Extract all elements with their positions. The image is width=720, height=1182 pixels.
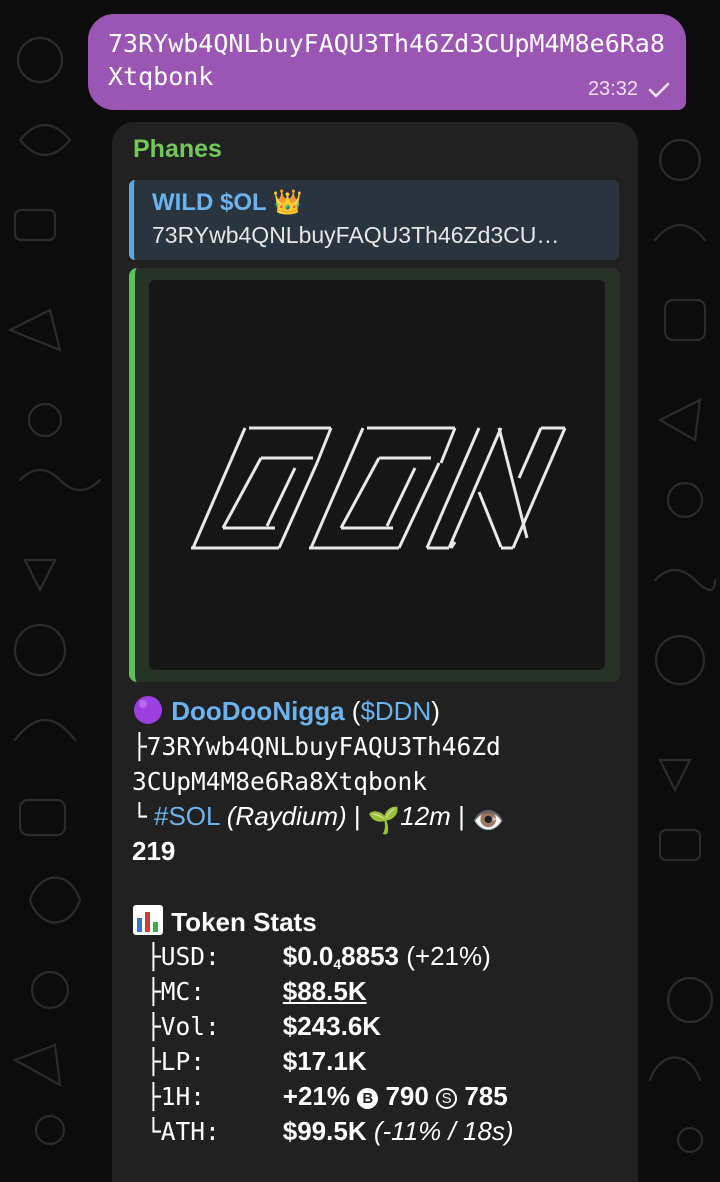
buys-icon: B (357, 1088, 379, 1109)
stat-key: LP: (160, 1047, 206, 1076)
stat-lp: ├LP: $17.1K (132, 1044, 622, 1079)
address-line-2[interactable]: 3CUpM4M8e6Ra8Xtqbonk (132, 764, 622, 799)
eye-icon: 👁️ (472, 805, 505, 835)
ath-change: (-11% / 18s) (373, 1116, 514, 1146)
dex-name: (Raydium) (226, 801, 347, 831)
outgoing-message-bubble[interactable]: 73RYwb4QNLbuyFAQU3Th46Zd3CUpM4M8e6Ra8Xtq… (88, 14, 686, 110)
chain-line: └ #SOL (Raydium) | 🌱12m | 👁️ (132, 799, 622, 835)
ddn-ascii-logo (191, 426, 567, 550)
purple-circle-icon (134, 696, 162, 724)
stat-usd: ├USD: $0.048853 (+21%) (132, 939, 622, 974)
ticker-link[interactable]: $DDN (360, 696, 431, 726)
chain-hashtag[interactable]: #SOL (154, 801, 220, 831)
stat-value: $17.1K (282, 1046, 367, 1076)
tree-branch: ├ (146, 1082, 161, 1111)
bar-chart-icon (133, 905, 163, 935)
ticker-paren-open: ( (344, 696, 361, 726)
tree-branch: └ (146, 1117, 161, 1146)
stat-value: $0.0 (282, 941, 334, 971)
token-name-link[interactable]: DooDooNigga (171, 696, 344, 726)
stat-value: $99.5K (282, 1116, 367, 1146)
stat-value-subscript: 4 (333, 956, 342, 972)
token-age: 12m (400, 801, 451, 831)
stat-key: USD: (160, 942, 220, 971)
message-time: 23:32 (587, 78, 638, 100)
message-body: DooDooNigga ($DDN) ├73RYwb4QNLbuyFAQU3Th… (132, 694, 622, 1149)
stat-mc: ├MC: $88.5K (132, 974, 622, 1009)
address-line-1[interactable]: ├73RYwb4QNLbuyFAQU3Th46Zd (132, 729, 622, 764)
stats-header: Token Stats (132, 904, 622, 939)
sells-count: 785 (464, 1081, 508, 1111)
reply-title: WILD $OL 👑 (152, 189, 303, 216)
stat-change: (+21%) (399, 941, 491, 971)
sells-icon: S (436, 1088, 458, 1109)
stat-ath: └ATH: $99.5K (-11% / 18s) (132, 1114, 622, 1149)
market-cap-link[interactable]: $88.5K (283, 976, 367, 1006)
incoming-message-bubble[interactable]: Phanes WILD $OL 👑 73RYwb4QNLbuyFAQU3Th46… (112, 122, 638, 1182)
stat-key: MC: (160, 977, 206, 1006)
link-preview[interactable] (129, 268, 620, 682)
tree-branch: ├ (146, 1047, 161, 1076)
separator: | (450, 801, 473, 831)
tree-branch: └ (132, 802, 147, 831)
stat-value: +21% (282, 1081, 350, 1111)
view-count: 219 (132, 836, 176, 866)
seedling-icon: 🌱 (367, 805, 401, 835)
token-address-part1[interactable]: 73RYwb4QNLbuyFAQU3Th46Zd (147, 732, 501, 761)
stats-title: Token Stats (171, 907, 317, 937)
outgoing-message-text: 73RYwb4QNLbuyFAQU3Th46Zd3CUpM4M8e6Ra8Xtq… (108, 29, 665, 91)
tree-branch: ├ (132, 732, 147, 761)
token-header: DooDooNigga ($DDN) (132, 694, 622, 729)
reply-quote[interactable]: WILD $OL 👑 73RYwb4QNLbuyFAQU3Th46Zd3CU… (129, 180, 619, 260)
buys-count: 790 (385, 1081, 429, 1111)
separator: | (346, 801, 368, 831)
message-meta: 23:32 (588, 78, 670, 101)
tree-branch: ├ (146, 1012, 161, 1041)
reply-text: 73RYwb4QNLbuyFAQU3Th46Zd3CU… (152, 222, 560, 248)
stat-1h: ├1H: +21% B 790 S 785 (132, 1079, 622, 1114)
stat-key: 1H: (160, 1082, 206, 1111)
preview-image[interactable] (149, 280, 605, 670)
stat-value-rest: 8853 (341, 941, 400, 971)
stat-value: $243.6K (282, 1011, 382, 1041)
stat-key: Vol: (160, 1012, 220, 1041)
token-address-part2[interactable]: 3CUpM4M8e6Ra8Xtqbonk (132, 767, 427, 796)
single-check-icon (648, 82, 670, 97)
stat-vol: ├Vol: $243.6K (132, 1009, 622, 1044)
stat-key: ATH: (160, 1117, 220, 1146)
ticker-paren-close: ) (431, 696, 440, 726)
sender-name[interactable]: Phanes (133, 135, 222, 164)
tree-branch: ├ (146, 977, 161, 1006)
tree-branch: ├ (146, 942, 161, 971)
